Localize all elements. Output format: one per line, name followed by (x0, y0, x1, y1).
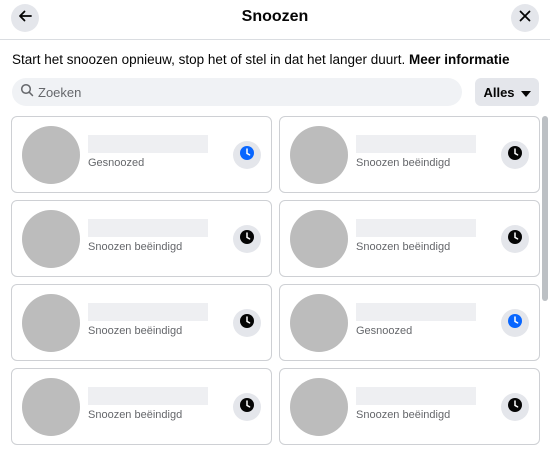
snooze-item[interactable]: Snoozen beëindigd (11, 368, 272, 445)
clock-icon (239, 397, 255, 418)
snooze-item[interactable]: Gesnoozed (11, 116, 272, 193)
close-button[interactable] (511, 4, 539, 32)
search-box[interactable] (12, 78, 462, 106)
close-icon (518, 9, 532, 28)
search-icon (20, 83, 34, 102)
clock-icon (239, 229, 255, 250)
name-placeholder[interactable] (88, 135, 208, 153)
more-info-link[interactable]: Meer informatie (409, 52, 510, 67)
avatar[interactable] (290, 126, 348, 184)
snooze-item[interactable]: Snoozen beëindigd (279, 116, 540, 193)
status-text: Snoozen beëindigd (356, 409, 451, 421)
status-text: Snoozen beëindigd (356, 241, 451, 253)
snooze-toggle-button[interactable] (501, 141, 529, 169)
name-placeholder[interactable] (356, 303, 476, 321)
clock-icon (239, 145, 255, 166)
name-placeholder[interactable] (88, 303, 208, 321)
avatar[interactable] (22, 210, 80, 268)
dialog-header: Snoozen (0, 0, 550, 40)
name-placeholder[interactable] (356, 135, 476, 153)
snooze-list: Gesnoozed Snoozen beëindigd Snoozen beëind… (11, 116, 541, 451)
status-text: Gesnoozed (356, 325, 413, 337)
status-text: Gesnoozed (88, 157, 145, 169)
status-text: Snoozen beëindigd (88, 409, 183, 421)
status-text: Snoozen beëindigd (88, 241, 183, 253)
snooze-toggle-button[interactable] (501, 309, 529, 337)
filter-dropdown[interactable]: Alles (475, 78, 539, 106)
status-text: Snoozen beëindigd (356, 157, 451, 169)
avatar[interactable] (290, 378, 348, 436)
snooze-toggle-button[interactable] (501, 225, 529, 253)
clock-icon (507, 229, 523, 250)
avatar[interactable] (290, 210, 348, 268)
name-placeholder[interactable] (88, 219, 208, 237)
clock-icon (507, 397, 523, 418)
snooze-item[interactable]: Snoozen beëindigd (279, 200, 540, 277)
avatar[interactable] (22, 294, 80, 352)
snooze-toggle-button[interactable] (233, 141, 261, 169)
snooze-item[interactable]: Snoozen beëindigd (11, 284, 272, 361)
name-placeholder[interactable] (356, 387, 476, 405)
snooze-toggle-button[interactable] (501, 393, 529, 421)
snooze-item[interactable]: Gesnoozed (279, 284, 540, 361)
info-description: Start het snoozen opnieuw, stop het of s… (12, 52, 406, 67)
dialog-title: Snoozen (241, 8, 309, 25)
search-input[interactable] (38, 84, 438, 100)
clock-icon (239, 313, 255, 334)
snooze-toggle-button[interactable] (233, 225, 261, 253)
snooze-item[interactable]: Snoozen beëindigd (279, 368, 540, 445)
status-text: Snoozen beëindigd (88, 325, 183, 337)
snooze-toggle-button[interactable] (233, 309, 261, 337)
scrollbar-thumb[interactable] (542, 116, 548, 301)
filter-label: Alles (483, 84, 515, 100)
avatar[interactable] (22, 126, 80, 184)
scrollbar[interactable] (541, 116, 549, 451)
clock-icon (507, 313, 523, 334)
avatar[interactable] (22, 378, 80, 436)
snooze-item[interactable]: Snoozen beëindigd (11, 200, 272, 277)
info-text: Start het snoozen opnieuw, stop het of s… (12, 52, 510, 67)
caret-down-icon (520, 85, 531, 100)
clock-icon (507, 145, 523, 166)
avatar[interactable] (290, 294, 348, 352)
snooze-toggle-button[interactable] (233, 393, 261, 421)
name-placeholder[interactable] (356, 219, 476, 237)
name-placeholder[interactable] (88, 387, 208, 405)
